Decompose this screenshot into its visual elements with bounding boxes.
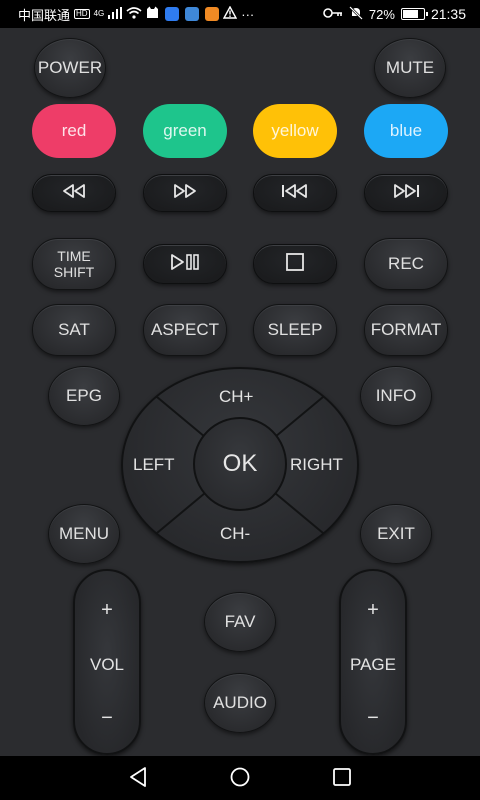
ch-up-button[interactable]: CH+ [219, 387, 253, 407]
sat-button[interactable]: SAT [32, 304, 116, 356]
volume-up-button[interactable]: + [75, 599, 139, 622]
ch-down-button[interactable]: CH- [220, 524, 250, 544]
fast-forward-button[interactable] [143, 174, 227, 212]
info-button[interactable]: INFO [360, 366, 432, 426]
blue-label: blue [389, 121, 423, 140]
mute-button[interactable]: MUTE [374, 38, 446, 98]
exit-button[interactable]: EXIT [360, 504, 432, 564]
green-label: green [163, 121, 207, 140]
navigation-bar [0, 756, 480, 800]
status-bar: 中国联通 HD 4G ··· 72% 21:35 [0, 0, 480, 28]
time-shift-button[interactable]: TIME SHIFT [32, 238, 116, 290]
sat-label: SAT [58, 320, 90, 339]
clock: 21:35 [430, 6, 466, 22]
fav-label: FAV [224, 612, 256, 631]
wifi-icon [126, 6, 142, 22]
fast-forward-icon [172, 183, 198, 204]
home-icon[interactable] [229, 766, 251, 793]
carrier-label: 中国联通 [18, 7, 71, 23]
rewind-icon [61, 183, 87, 204]
volume-down-button[interactable]: − [75, 707, 139, 730]
time-shift-line1: TIME [57, 248, 91, 264]
hd-badge: HD [74, 9, 90, 19]
rewind-button[interactable] [32, 174, 116, 212]
menu-button[interactable]: MENU [48, 504, 120, 564]
power-button[interactable]: POWER [34, 38, 106, 98]
rec-label: REC [388, 254, 424, 273]
signal-icon [108, 6, 123, 22]
mute-label: MUTE [385, 58, 435, 77]
power-label: POWER [37, 58, 103, 77]
audio-label: AUDIO [213, 693, 267, 712]
play-pause-button[interactable] [143, 244, 227, 284]
format-button[interactable]: FORMAT [364, 304, 448, 356]
sleep-button[interactable]: SLEEP [253, 304, 337, 356]
play-pause-icon [169, 253, 201, 276]
network-type: 4G [93, 9, 105, 18]
yellow-label: yellow [271, 121, 319, 140]
skip-next-button[interactable] [364, 174, 448, 212]
stop-button[interactable] [253, 244, 337, 284]
back-icon[interactable] [128, 766, 148, 793]
info-label: INFO [375, 386, 417, 405]
time-shift-line2: SHIFT [53, 264, 95, 280]
mute-bell-icon [349, 5, 363, 23]
volume-label: VOL [89, 655, 125, 674]
page-rocker: + PAGE − [339, 569, 407, 755]
skip-previous-button[interactable] [253, 174, 337, 212]
warning-icon [223, 5, 238, 22]
format-label: FORMAT [370, 320, 442, 339]
key-icon [323, 7, 343, 22]
battery-percent: 72% [368, 6, 395, 22]
recents-icon[interactable] [332, 766, 352, 793]
exit-label: EXIT [377, 524, 415, 543]
epg-label: EPG [66, 386, 102, 405]
page-label: PAGE [350, 655, 396, 674]
app-icon-blue [165, 7, 180, 21]
red-button[interactable]: red [32, 104, 116, 158]
right-button[interactable]: RIGHT [290, 455, 343, 475]
cat-app-icon [146, 6, 159, 22]
more-icon: ··· [241, 6, 255, 22]
aspect-label: ASPECT [150, 320, 220, 339]
blue-button[interactable]: blue [364, 104, 448, 158]
red-label: red [61, 121, 87, 140]
page-down-button[interactable]: − [341, 707, 405, 730]
sleep-label: SLEEP [267, 320, 323, 339]
left-button[interactable]: LEFT [133, 455, 175, 475]
app-icon-teal [185, 7, 200, 21]
battery-icon [400, 8, 428, 20]
stop-icon [285, 252, 305, 277]
yellow-button[interactable]: yellow [253, 104, 337, 158]
app-icon-orange [205, 7, 220, 21]
ok-label: OK [222, 450, 258, 477]
rec-button[interactable]: REC [364, 238, 448, 290]
volume-rocker: + VOL − [73, 569, 141, 755]
green-button[interactable]: green [143, 104, 227, 158]
skip-previous-icon [280, 183, 310, 204]
aspect-button[interactable]: ASPECT [143, 304, 227, 356]
menu-label: MENU [58, 524, 110, 543]
ok-button[interactable]: OK [193, 417, 287, 511]
page-up-button[interactable]: + [341, 599, 405, 622]
skip-next-icon [391, 183, 421, 204]
epg-button[interactable]: EPG [48, 366, 120, 426]
fav-button[interactable]: FAV [204, 592, 276, 652]
audio-button[interactable]: AUDIO [204, 673, 276, 733]
